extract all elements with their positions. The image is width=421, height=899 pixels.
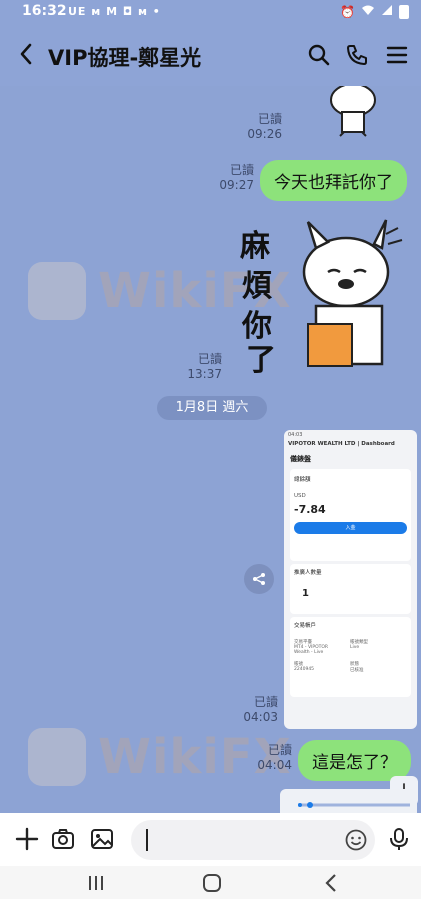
- svg-text:麻: 麻: [240, 229, 271, 264]
- message-meta: 已讀 13:37: [187, 352, 222, 381]
- share-icon[interactable]: [244, 564, 274, 594]
- svg-text:煩: 煩: [242, 269, 273, 304]
- plus-icon[interactable]: [14, 826, 40, 852]
- chat-area[interactable]: WikiFX WikiFX 已讀 09:26 已讀 09:27 今天也拜託你了 …: [0, 86, 421, 813]
- battery-icon: [399, 4, 409, 19]
- sticker-please-help[interactable]: 麻 煩 你 了: [236, 214, 408, 378]
- embed-status-time: 04:03: [288, 432, 303, 438]
- image-message[interactable]: 04:03 VIPOTOR WEALTH LTD | Dashboard 儀錶盤…: [284, 430, 417, 729]
- input-bar: [0, 813, 421, 866]
- embed-header-title: VIPOTOR WEALTH LTD | Dashboard: [288, 441, 395, 447]
- back-arrow-icon[interactable]: [16, 40, 38, 68]
- message-meta: 已讀 09:27: [219, 163, 254, 192]
- date-divider: 1月8日 週六: [157, 396, 267, 420]
- message-meta: 已讀 09:26: [247, 112, 282, 141]
- image-icon[interactable]: [89, 826, 115, 852]
- message-input[interactable]: [131, 820, 375, 860]
- watermark-logo-icon: [28, 262, 86, 320]
- text-cursor: [146, 829, 148, 851]
- camera-icon[interactable]: [50, 826, 76, 852]
- alarm-icon: ⏰: [340, 4, 355, 19]
- embed-invites-card: 推廣人數量 1: [290, 564, 411, 614]
- wifi-icon: [361, 4, 375, 19]
- embed-account-card: 交易帳戶 交易平臺 MT4 - VIPOTOR Wealth - Live 帳號類…: [290, 617, 411, 697]
- system-nav-bar: [0, 866, 421, 899]
- chat-header: VIP協理-鄭星光: [0, 24, 421, 86]
- embed-balance-card: 總餘額 USD -7.84 入金: [290, 469, 411, 561]
- sticker-dog-partial[interactable]: [322, 86, 384, 138]
- watermark-logo-icon: [28, 728, 86, 786]
- signal-icon: [381, 4, 393, 19]
- microphone-icon[interactable]: [386, 826, 412, 852]
- image-message-partial[interactable]: [280, 789, 417, 813]
- message-bubble[interactable]: 今天也拜託你了: [260, 160, 407, 201]
- notification-icons: UE ᴍ M ◘ ᴍ •: [68, 5, 161, 18]
- embed-page-title: 儀錶盤: [290, 455, 311, 463]
- status-time: 16:32: [22, 3, 67, 19]
- message-bubble[interactable]: 這是怎了？: [298, 740, 411, 781]
- message-meta: 已讀 04:03: [243, 695, 278, 724]
- home-icon[interactable]: [200, 872, 224, 894]
- chat-title: VIP協理-鄭星光: [48, 46, 202, 70]
- menu-icon[interactable]: [384, 42, 410, 68]
- emoji-icon[interactable]: [343, 828, 369, 854]
- status-bar: 16:32 UE ᴍ M ◘ ᴍ • ⏰: [0, 0, 421, 24]
- recent-apps-icon[interactable]: [84, 872, 108, 894]
- message-meta: 已讀 04:04: [257, 743, 292, 772]
- svg-text:你: 你: [241, 309, 272, 344]
- svg-text:了: 了: [246, 343, 276, 374]
- phone-icon[interactable]: [344, 42, 370, 68]
- back-nav-icon[interactable]: [320, 872, 344, 894]
- search-icon[interactable]: [306, 42, 332, 68]
